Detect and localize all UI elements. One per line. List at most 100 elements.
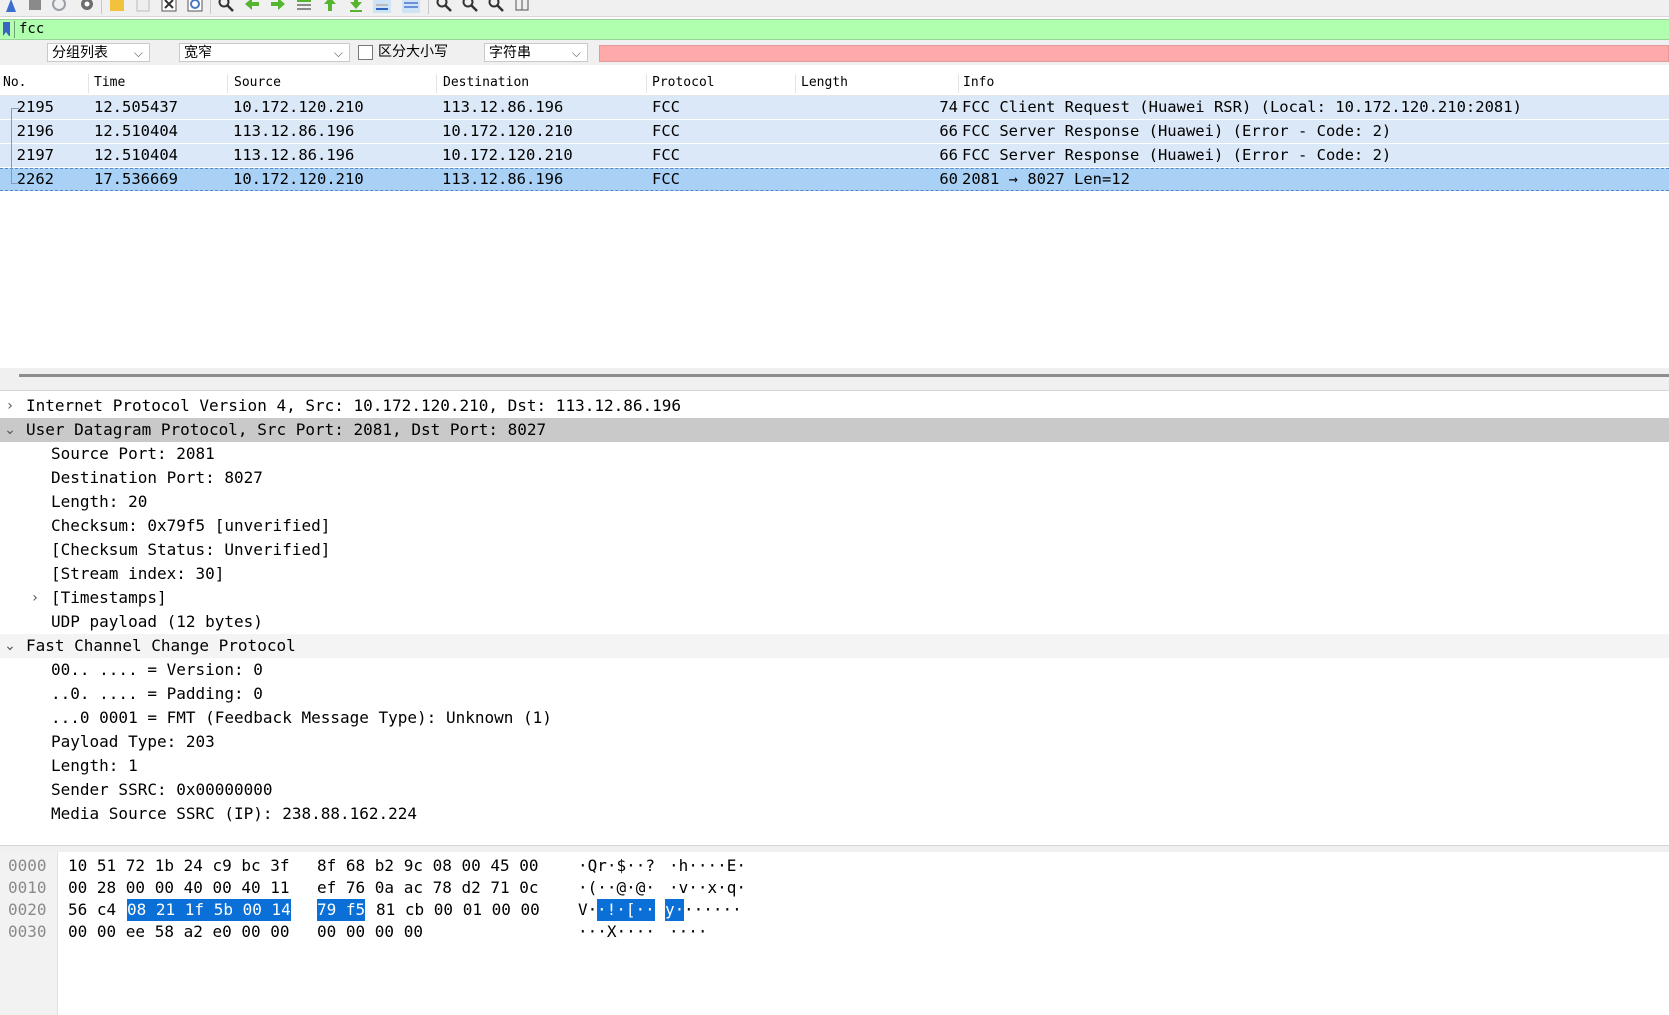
- column-header-destination[interactable]: Destination: [443, 75, 529, 90]
- go-first-icon[interactable]: [321, 0, 339, 13]
- tree-item-ipv4[interactable]: › Internet Protocol Version 4, Src: 10.1…: [0, 394, 1669, 418]
- hex-ascii: ·Qr·$··?: [578, 856, 656, 875]
- tree-item-fcc[interactable]: ⌄ Fast Channel Change Protocol: [0, 634, 1669, 658]
- tree-item-media-source-ssrc[interactable]: Media Source SSRC (IP): 238.88.162.224: [0, 802, 1669, 826]
- tree-item-udp-payload[interactable]: UDP payload (12 bytes): [0, 610, 1669, 634]
- go-to-packet-icon[interactable]: [295, 0, 313, 13]
- chevron-right-icon[interactable]: ›: [3, 394, 17, 418]
- packet-no: 2197: [16, 146, 54, 164]
- chevron-down-icon: ⌵: [133, 46, 143, 60]
- find-packet-bar: 分组列表 ⌵ 宽窄 ⌵ 区分大小写 字符串 ⌵: [0, 40, 1669, 65]
- save-file-icon[interactable]: [134, 0, 152, 13]
- packet-row[interactable]: 2195 12.505437 10.172.120.210 113.12.86.…: [0, 96, 1669, 119]
- tree-item-fcc-length[interactable]: Length: 1: [0, 754, 1669, 778]
- go-last-icon[interactable]: [347, 0, 365, 13]
- bookmark-icon[interactable]: [3, 22, 10, 36]
- restart-capture-icon[interactable]: [50, 0, 68, 13]
- charset-value: 宽窄: [184, 45, 212, 61]
- packet-protocol: FCC: [652, 98, 680, 116]
- open-file-icon[interactable]: [108, 0, 126, 13]
- hex-ascii: ····: [669, 922, 708, 941]
- autoscroll-icon[interactable]: [373, 0, 391, 13]
- tree-item-padding[interactable]: ..0. .... = Padding: 0: [0, 682, 1669, 706]
- hex-bytes: 56 c4: [68, 900, 117, 919]
- display-filter-bar[interactable]: fcc: [0, 19, 1669, 40]
- column-header-length[interactable]: Length: [801, 75, 848, 90]
- case-sensitive-checkbox[interactable]: [358, 45, 373, 60]
- packet-length: 66: [939, 122, 958, 140]
- column-header-source[interactable]: Source: [234, 75, 281, 90]
- column-header-no[interactable]: No.: [3, 75, 26, 90]
- packet-info: FCC Server Response (Huawei) (Error - Co…: [962, 122, 1392, 140]
- tree-item-fmt[interactable]: ...0 0001 = FMT (Feedback Message Type):…: [0, 706, 1669, 730]
- search-type-value: 字符串: [489, 45, 531, 61]
- hex-bytes: 00 00 ee 58 a2 e0 00 00: [68, 922, 290, 941]
- go-forward-icon[interactable]: [269, 0, 287, 13]
- hex-bytes: 8f 68 b2 9c 08 00 45 00: [317, 856, 539, 875]
- main-toolbar: [0, 0, 1669, 17]
- tree-item-version[interactable]: 00.. .... = Version: 0: [0, 658, 1669, 682]
- packet-info: FCC Server Response (Huawei) (Error - Co…: [962, 146, 1392, 164]
- hex-ascii: ······: [684, 900, 742, 919]
- capture-options-icon[interactable]: [78, 0, 96, 13]
- packet-row-selected[interactable]: 2262 17.536669 10.172.120.210 113.12.86.…: [0, 168, 1669, 191]
- search-type-select[interactable]: 字符串 ⌵: [484, 43, 588, 62]
- close-file-icon[interactable]: [160, 0, 178, 13]
- chevron-right-icon[interactable]: ›: [28, 586, 42, 610]
- hex-bytes-selected: 08 21 1f 5b 00 14: [127, 899, 291, 921]
- packet-destination: 10.172.120.210: [442, 146, 573, 164]
- hex-bytes: 10 51 72 1b 24 c9 bc 3f: [68, 856, 290, 875]
- column-header-info[interactable]: Info: [963, 75, 994, 90]
- packet-length: 66: [939, 146, 958, 164]
- tree-item-stream-index[interactable]: [Stream index: 30]: [0, 562, 1669, 586]
- chevron-down-icon[interactable]: ⌄: [3, 418, 17, 442]
- hex-ascii: ·(··@·@·: [578, 878, 656, 897]
- zoom-in-icon[interactable]: [435, 0, 453, 13]
- hex-offset: 0020: [8, 900, 47, 919]
- packet-bytes-pane: 0000 10 51 72 1b 24 c9 bc 3f 8f 68 b2 9c…: [0, 852, 1669, 1015]
- packet-length: 74: [939, 98, 958, 116]
- go-back-icon[interactable]: [243, 0, 261, 13]
- tree-item-sender-ssrc[interactable]: Sender SSRC: 0x00000000: [0, 778, 1669, 802]
- column-header-protocol[interactable]: Protocol: [652, 75, 715, 90]
- resize-columns-icon[interactable]: [513, 0, 531, 13]
- packet-row[interactable]: 2197 12.510404 113.12.86.196 10.172.120.…: [0, 144, 1669, 167]
- colorize-icon[interactable]: [402, 0, 420, 13]
- hex-ascii: ···X····: [578, 922, 656, 941]
- packet-length: 60: [939, 170, 958, 188]
- tree-item-destination-port[interactable]: Destination Port: 8027: [0, 466, 1669, 490]
- tree-item-source-port[interactable]: Source Port: 2081: [0, 442, 1669, 466]
- zoom-out-icon[interactable]: [461, 0, 479, 13]
- normal-size-icon[interactable]: [487, 0, 505, 13]
- packet-time: 12.510404: [94, 146, 178, 164]
- case-sensitive-label: 区分大小写: [378, 44, 448, 60]
- packet-row[interactable]: 2196 12.510404 113.12.86.196 10.172.120.…: [0, 120, 1669, 143]
- packet-destination: 113.12.86.196: [442, 98, 564, 116]
- hex-offset: 0000: [8, 856, 47, 875]
- hex-offset: 0010: [8, 878, 47, 897]
- reload-file-icon[interactable]: [186, 0, 204, 13]
- tree-item-timestamps[interactable]: › [Timestamps]: [0, 586, 1669, 610]
- packet-time: 12.510404: [94, 122, 178, 140]
- charset-select[interactable]: 宽窄 ⌵: [179, 43, 350, 62]
- chevron-down-icon: ⌵: [333, 46, 343, 60]
- tree-item-payload-type[interactable]: Payload Type: 203: [0, 730, 1669, 754]
- search-input[interactable]: [599, 45, 1669, 62]
- display-filter-input[interactable]: fcc: [19, 21, 44, 37]
- chevron-down-icon: ⌵: [571, 46, 581, 60]
- find-packet-icon[interactable]: [217, 0, 235, 13]
- hex-bytes: 00 00 00 00: [317, 922, 423, 941]
- tree-item-checksum[interactable]: Checksum: 0x79f5 [unverified]: [0, 514, 1669, 538]
- packet-no: 2195: [16, 98, 54, 116]
- tree-item-checksum-status[interactable]: [Checksum Status: Unverified]: [0, 538, 1669, 562]
- search-scope-select[interactable]: 分组列表 ⌵: [47, 43, 150, 62]
- stop-capture-icon[interactable]: [26, 0, 44, 13]
- packet-info: FCC Client Request (Huawei RSR) (Local: …: [962, 98, 1522, 116]
- chevron-down-icon[interactable]: ⌄: [3, 634, 17, 658]
- pane-splitter[interactable]: [0, 368, 1669, 391]
- tree-item-length[interactable]: Length: 20: [0, 490, 1669, 514]
- shark-fin-start-icon[interactable]: [2, 0, 20, 13]
- hex-offset: 0030: [8, 922, 47, 941]
- column-header-time[interactable]: Time: [94, 75, 125, 90]
- tree-item-udp[interactable]: ⌄ User Datagram Protocol, Src Port: 2081…: [0, 418, 1669, 442]
